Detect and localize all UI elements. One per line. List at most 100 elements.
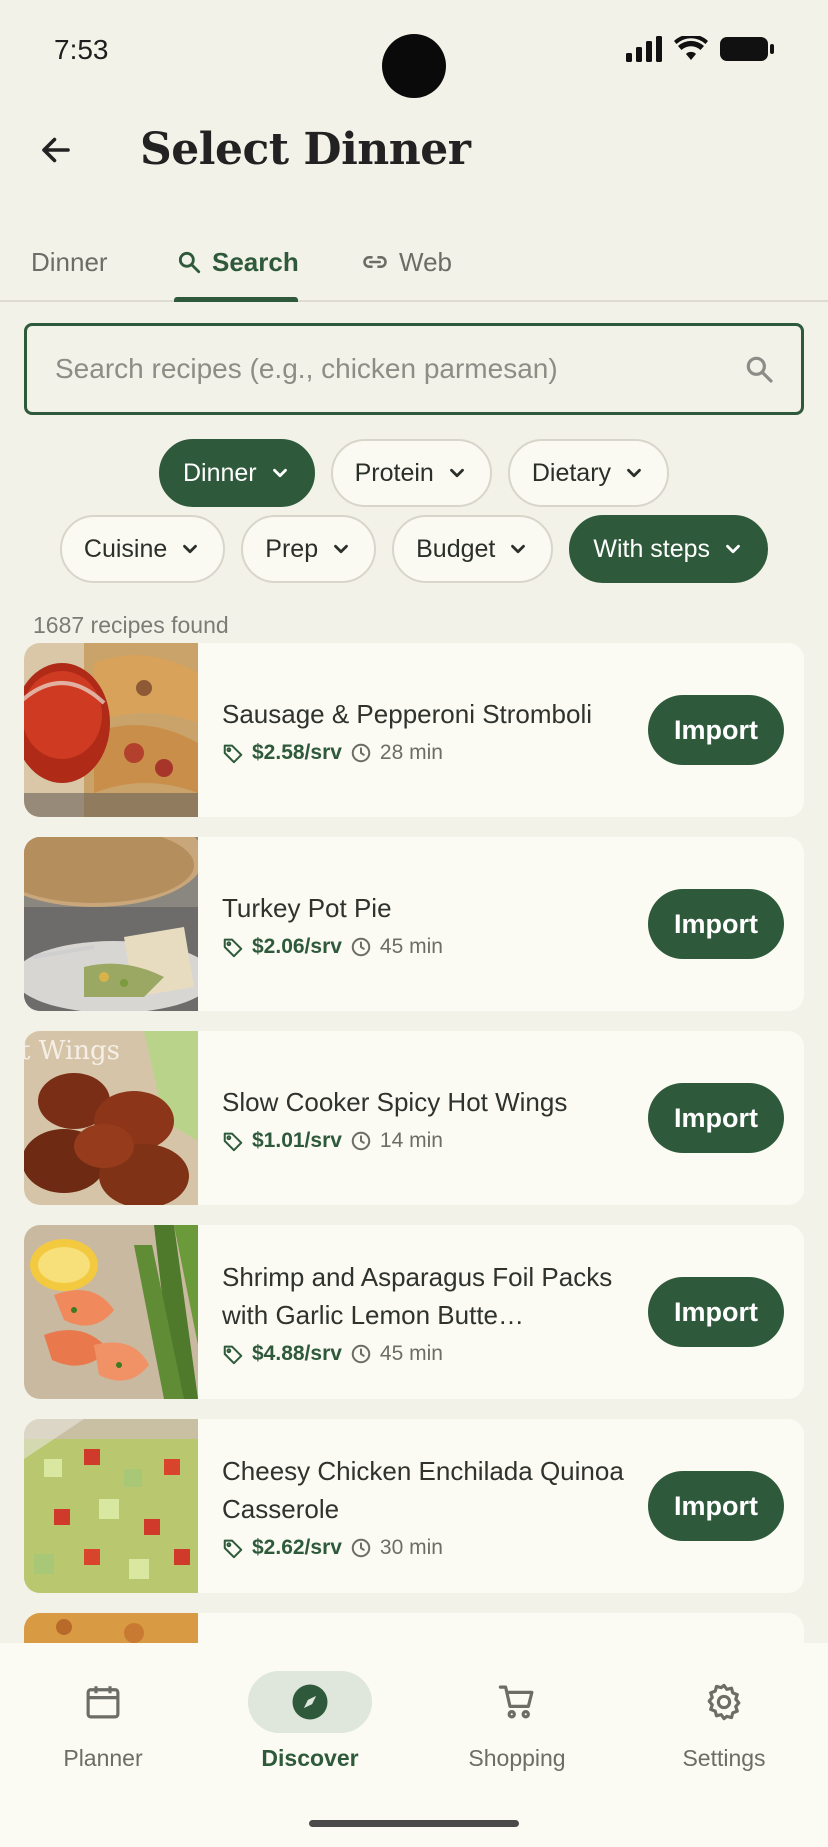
clock-icon bbox=[351, 743, 371, 763]
tab-bar: Dinner Search Web bbox=[0, 226, 828, 302]
nav-icon-container bbox=[41, 1671, 165, 1733]
recipe-card[interactable]: t Wings Slow Cooker Spicy Hot Wings $1.0… bbox=[24, 1031, 804, 1205]
recipe-list[interactable]: Sausage & Pepperoni Stromboli $2.58/srv … bbox=[0, 643, 828, 1643]
tab-web[interactable]: Web bbox=[361, 242, 452, 282]
recipe-title: Slow Cooker Spicy Hot Wings bbox=[222, 1087, 568, 1117]
recipe-time: 14 min bbox=[379, 1129, 443, 1152]
chevron-down-icon bbox=[627, 468, 641, 478]
recipe-info: Sausage & Pepperoni Stromboli $2.58/srv … bbox=[198, 695, 648, 765]
filter-chip-dinner[interactable]: Dinner bbox=[158, 439, 315, 507]
chevron-down-icon bbox=[511, 544, 526, 554]
battery-icon bbox=[720, 37, 774, 61]
chevron-down-icon bbox=[272, 468, 287, 478]
filter-chip-budget[interactable]: Budget bbox=[392, 515, 554, 583]
recipe-thumbnail bbox=[24, 1613, 198, 1643]
import-button[interactable]: Import bbox=[648, 1083, 784, 1153]
chip-label: Budget bbox=[416, 534, 496, 563]
recipe-thumbnail: t Wings bbox=[24, 1031, 198, 1205]
import-button[interactable]: Import bbox=[648, 1471, 784, 1541]
recipe-card[interactable]: Sausage & Pepperoni Stromboli $2.58/srv … bbox=[24, 643, 804, 817]
recipe-price: $2.58/srv bbox=[252, 741, 342, 764]
chip-label: Dinner bbox=[182, 458, 257, 487]
chevron-down-icon bbox=[183, 544, 198, 554]
link-icon bbox=[363, 256, 387, 268]
recipe-title: Turkey Pot Pie bbox=[222, 893, 392, 923]
filter-chip-dietary[interactable]: Dietary bbox=[507, 439, 670, 507]
search-box bbox=[24, 323, 804, 415]
tab-search[interactable]: Search bbox=[176, 242, 299, 282]
status-time: 7:53 bbox=[54, 34, 109, 65]
recipe-card[interactable]: Cheesy Chicken Enchilada Quinoa Casserol… bbox=[24, 1419, 804, 1593]
nav-icon-container bbox=[455, 1671, 579, 1733]
recipe-card[interactable] bbox=[24, 1613, 804, 1643]
recipe-title: Sausage & Pepperoni Stromboli bbox=[222, 699, 593, 729]
import-button[interactable]: Import bbox=[648, 695, 784, 765]
recipe-info: Turkey Pot Pie $2.06/srv 45 min bbox=[198, 889, 648, 959]
nav-icon-container bbox=[662, 1671, 786, 1733]
recipe-price: $2.62/srv bbox=[252, 1536, 342, 1559]
tab-dinner[interactable]: Dinner bbox=[31, 242, 108, 282]
back-button[interactable] bbox=[30, 124, 82, 176]
filter-chip-with-steps[interactable]: With steps bbox=[569, 515, 769, 583]
recipe-meta: $4.88/srv 45 min bbox=[222, 1342, 628, 1366]
chevron-down-icon bbox=[449, 468, 464, 478]
import-button[interactable]: Import bbox=[648, 1277, 784, 1347]
nav-discover[interactable]: Discover bbox=[220, 1671, 400, 1772]
chip-label: Dietary bbox=[531, 458, 612, 487]
recipe-title: Cheesy Chicken Enchilada Quinoa Casserol… bbox=[222, 1456, 624, 1524]
nav-settings[interactable]: Settings bbox=[634, 1671, 814, 1772]
filter-row-1: Dinner Protein Dietary bbox=[0, 439, 828, 507]
recipe-meta: $2.06/srv 45 min bbox=[222, 935, 628, 959]
nav-shopping[interactable]: Shopping bbox=[427, 1671, 607, 1772]
recipe-title: Shrimp and Asparagus Foil Packs with Gar… bbox=[222, 1262, 613, 1330]
recipe-info: Cheesy Chicken Enchilada Quinoa Casserol… bbox=[198, 1452, 648, 1560]
search-input[interactable] bbox=[55, 353, 743, 385]
filter-row-2: Cuisine Prep Budget With steps bbox=[0, 515, 828, 583]
filter-chip-cuisine[interactable]: Cuisine bbox=[59, 515, 226, 583]
clock-icon bbox=[351, 1344, 371, 1364]
arrow-left-icon bbox=[42, 137, 70, 163]
recipe-info: Slow Cooker Spicy Hot Wings $1.01/srv 14… bbox=[198, 1083, 648, 1153]
calendar-icon bbox=[86, 1686, 120, 1719]
nav-label: Settings bbox=[682, 1745, 766, 1771]
chip-label: With steps bbox=[593, 534, 711, 563]
recipe-time: 28 min bbox=[379, 741, 443, 764]
import-button[interactable]: Import bbox=[648, 889, 784, 959]
compass-icon bbox=[292, 1684, 328, 1720]
search-icon bbox=[178, 251, 201, 274]
nav-planner[interactable]: Planner bbox=[13, 1671, 193, 1772]
price-tag-icon bbox=[223, 744, 243, 764]
filter-chip-protein[interactable]: Protein bbox=[330, 439, 492, 507]
recipe-meta: $2.58/srv 28 min bbox=[222, 741, 628, 765]
chip-label: Prep bbox=[265, 534, 319, 563]
thumb-caption: t Wings bbox=[24, 1036, 120, 1066]
filter-chip-prep[interactable]: Prep bbox=[241, 515, 377, 583]
nav-label: Planner bbox=[63, 1745, 143, 1771]
price-tag-icon bbox=[223, 1345, 243, 1365]
recipe-thumbnail bbox=[24, 1225, 198, 1399]
price-tag-icon bbox=[223, 1132, 243, 1152]
recipe-thumbnail bbox=[24, 837, 198, 1011]
tab-label: Dinner bbox=[31, 246, 108, 277]
chip-label: Protein bbox=[354, 458, 434, 487]
recipe-time: 45 min bbox=[379, 1342, 443, 1365]
recipe-card[interactable]: Shrimp and Asparagus Foil Packs with Gar… bbox=[24, 1225, 804, 1399]
chevron-down-icon bbox=[334, 544, 348, 554]
results-count: 1687 recipes found bbox=[33, 612, 229, 638]
tab-active-indicator bbox=[174, 297, 298, 302]
nav-icon-container bbox=[248, 1671, 372, 1733]
recipe-thumbnail bbox=[24, 643, 198, 817]
clock-icon bbox=[351, 937, 371, 957]
nav-label: Shopping bbox=[468, 1745, 566, 1771]
page-title: Select Dinner bbox=[140, 124, 471, 175]
clock-icon bbox=[351, 1538, 371, 1558]
search-icon[interactable] bbox=[743, 353, 775, 385]
price-tag-icon bbox=[223, 938, 243, 958]
recipe-price: $4.88/srv bbox=[252, 1342, 342, 1365]
nav-label: Discover bbox=[261, 1745, 359, 1771]
recipe-card[interactable]: Turkey Pot Pie $2.06/srv 45 min Import bbox=[24, 837, 804, 1011]
home-indicator[interactable] bbox=[309, 1820, 519, 1827]
recipe-price: $1.01/srv bbox=[252, 1129, 342, 1152]
recipe-info: Shrimp and Asparagus Foil Packs with Gar… bbox=[198, 1258, 648, 1366]
clock-icon bbox=[351, 1131, 371, 1151]
